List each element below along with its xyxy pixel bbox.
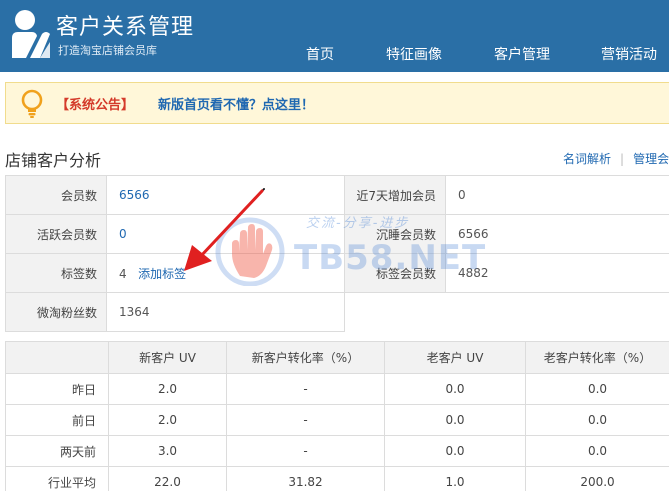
- stat-value: 6566: [445, 214, 669, 254]
- table-cell: 1.0: [384, 466, 526, 491]
- announcement-link[interactable]: 新版首页看不懂？点这里！: [158, 94, 314, 113]
- table-header-row: 新客户 UV 新客户转化率（%） 老客户 UV 老客户转化率（%）: [5, 341, 669, 374]
- row-label: 昨日: [5, 373, 109, 405]
- active-member-link[interactable]: 0: [119, 227, 127, 241]
- row-label: 前日: [5, 404, 109, 436]
- row-label: 行业平均: [5, 466, 109, 491]
- table-cell: 0.0: [525, 373, 669, 405]
- section-links: 名词解析 | 管理会: [563, 150, 669, 167]
- stat-value: 1364: [106, 292, 345, 332]
- table-cell: 0.0: [384, 373, 526, 405]
- app-title: 客户关系管理: [56, 15, 195, 40]
- table-cell: 0.0: [384, 404, 526, 436]
- stat-label: 标签会员数: [344, 253, 446, 293]
- column-header: 新客户 UV: [108, 341, 227, 374]
- stat-label: 沉睡会员数: [344, 214, 446, 254]
- table-row: 会员数 6566 近7天增加会员 0: [5, 175, 669, 215]
- stat-value: 0: [445, 175, 669, 215]
- lightbulb-icon: [21, 89, 43, 118]
- column-header: 老客户 UV: [384, 341, 526, 374]
- nav-customer-management[interactable]: 客户管理: [494, 44, 550, 64]
- table-row: 微淘粉丝数 1364: [5, 292, 669, 332]
- nav-profile-features[interactable]: 特征画像: [386, 44, 442, 64]
- add-tag-link[interactable]: 添加标签: [138, 267, 186, 281]
- section-title: 店铺客户分析: [5, 151, 102, 170]
- glossary-link[interactable]: 名词解析: [563, 152, 611, 166]
- column-header: [5, 341, 109, 374]
- row-label: 两天前: [5, 435, 109, 467]
- system-announcement: 【系统公告】 新版首页看不懂？点这里！: [5, 82, 669, 124]
- table-cell: 0.0: [525, 404, 669, 436]
- table-cell: -: [226, 373, 385, 405]
- stat-label: 活跃会员数: [5, 214, 107, 254]
- table-cell: 3.0: [108, 435, 227, 467]
- member-stats-table: 会员数 6566 近7天增加会员 0 活跃会员数 0 沉睡会员数 6566 标签…: [5, 175, 669, 332]
- manage-link[interactable]: 管理会: [633, 152, 669, 166]
- column-header: 新客户转化率（%）: [226, 341, 385, 374]
- table-row: 行业平均 22.0 31.82 1.0 200.0: [5, 466, 669, 491]
- table-row: 标签数 4 添加标签 标签会员数 4882: [5, 253, 669, 293]
- uv-table: 新客户 UV 新客户转化率（%） 老客户 UV 老客户转化率（%） 昨日 2.0…: [5, 341, 669, 491]
- table-row: 两天前 3.0 - 0.0 0.0: [5, 435, 669, 467]
- stat-label: 近7天增加会员: [344, 175, 446, 215]
- table-cell: 2.0: [108, 373, 227, 405]
- stat-label: 会员数: [5, 175, 107, 215]
- table-row: 昨日 2.0 - 0.0 0.0: [5, 373, 669, 405]
- column-header: 老客户转化率（%）: [525, 341, 669, 374]
- table-cell: 2.0: [108, 404, 227, 436]
- tag-count: 4: [119, 266, 127, 281]
- nav-home[interactable]: 首页: [306, 44, 334, 64]
- table-cell: 31.82: [226, 466, 385, 491]
- member-count-link[interactable]: 6566: [119, 188, 150, 202]
- link-separator: |: [620, 152, 625, 166]
- table-row: 前日 2.0 - 0.0 0.0: [5, 404, 669, 436]
- empty-cell: [344, 292, 669, 332]
- nav-marketing[interactable]: 营销活动: [601, 44, 657, 64]
- app-header: 客户关系管理 打造淘宝店铺会员库 首页 特征画像 客户管理 营销活动: [0, 0, 669, 72]
- announcement-tag: 【系统公告】: [56, 98, 135, 113]
- table-cell: 0.0: [525, 435, 669, 467]
- stat-label: 微淘粉丝数: [5, 292, 107, 332]
- stat-value: 4882: [445, 253, 669, 293]
- table-row: 活跃会员数 0 沉睡会员数 6566: [5, 214, 669, 254]
- stat-label: 标签数: [5, 253, 107, 293]
- table-cell: 0.0: [384, 435, 526, 467]
- main-nav: 首页 特征画像 客户管理 营销活动: [0, 44, 669, 64]
- table-cell: -: [226, 435, 385, 467]
- table-cell: 22.0: [108, 466, 227, 491]
- table-cell: -: [226, 404, 385, 436]
- table-cell: 200.0: [525, 466, 669, 491]
